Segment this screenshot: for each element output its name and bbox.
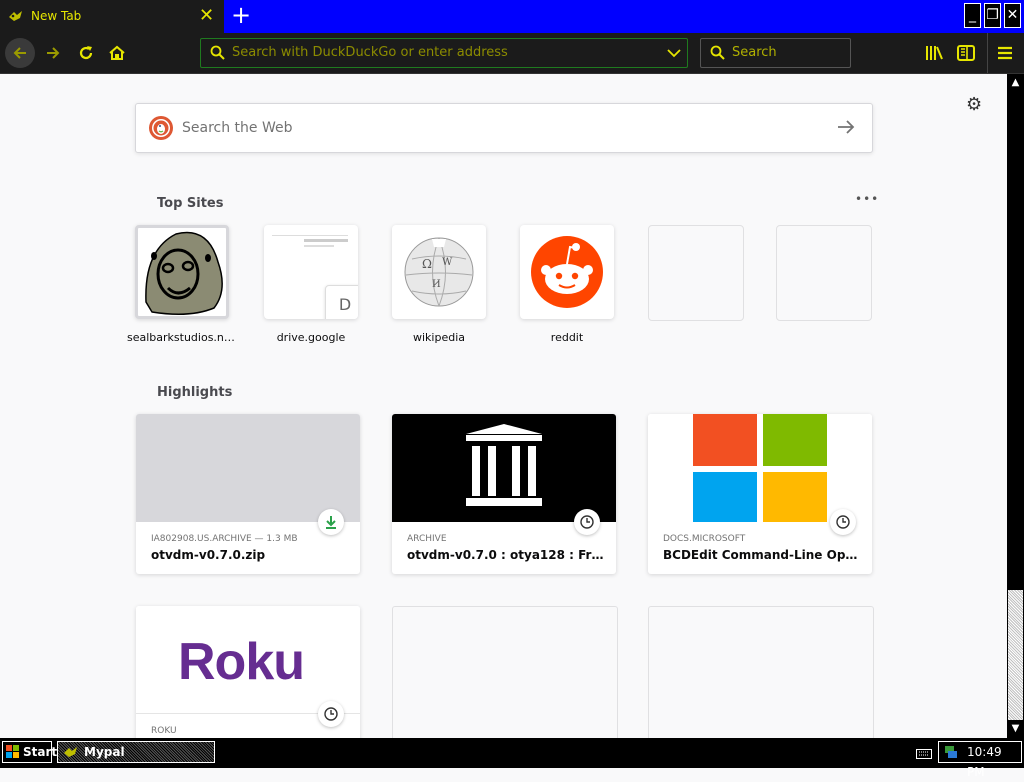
address-placeholder: Search with DuckDuckGo or enter address xyxy=(232,45,508,60)
card-thumbnail xyxy=(136,414,360,522)
new-tab-page: ⚙ Search the Web Top Sites ••• sealbarks… xyxy=(0,74,1007,738)
scroll-down-icon[interactable]: ▼ xyxy=(1007,720,1024,737)
top-site-label: drive.google xyxy=(276,331,346,344)
clock-icon xyxy=(318,701,344,727)
empty-highlight-slot xyxy=(648,606,874,738)
search-placeholder: Search xyxy=(732,45,777,60)
card-thumbnail: Roku xyxy=(136,606,360,714)
page-thumbnail-line xyxy=(304,245,334,247)
top-site-label: wikipedia xyxy=(412,331,465,344)
back-button[interactable] xyxy=(5,38,35,68)
mypal-icon xyxy=(64,747,77,757)
card-title: otvdm-v0.7.0.zip xyxy=(151,548,266,562)
duckduckgo-icon xyxy=(149,116,173,140)
sidebar-icon[interactable] xyxy=(957,45,975,61)
highlight-card[interactable]: ARCHIVE otvdm-v0.7.0 : otya128 : Free D.… xyxy=(392,414,616,574)
seal-drawing-icon xyxy=(145,231,223,315)
back-arrow-icon xyxy=(13,47,26,59)
clock-text: 10:49 PM xyxy=(967,745,1002,779)
chevron-down-icon[interactable] xyxy=(667,48,681,58)
top-site-label: reddit xyxy=(550,331,584,344)
arrow-right-icon[interactable] xyxy=(836,118,856,136)
toolbar-separator xyxy=(987,33,988,73)
mypal-icon xyxy=(9,11,22,21)
letter-d-icon: D xyxy=(325,285,358,319)
empty-top-site-slot[interactable] xyxy=(776,225,872,321)
scroll-up-icon[interactable]: ▲ xyxy=(1007,74,1024,91)
card-title: otvdm-v0.7.0 : otya128 : Free D... xyxy=(407,548,607,562)
reload-button[interactable] xyxy=(71,38,101,68)
highlights-heading: Highlights xyxy=(157,385,233,400)
clock-icon xyxy=(574,509,600,535)
card-thumbnail xyxy=(648,414,872,522)
card-source: IA802908.US.ARCHIVE — 1.3 MB xyxy=(151,534,298,544)
wikipedia-globe-icon: Ω W И xyxy=(404,237,474,307)
svg-text:И: И xyxy=(432,279,441,290)
card-thumbnail xyxy=(392,414,616,522)
page-thumbnail-line xyxy=(272,235,348,236)
network-icon[interactable] xyxy=(943,744,959,760)
restore-button[interactable]: ❐ xyxy=(984,3,1001,28)
card-title: BCDEdit Command-Line Options ... xyxy=(663,548,863,562)
top-site-tile[interactable] xyxy=(520,225,614,319)
home-button[interactable] xyxy=(102,38,132,68)
forward-button[interactable] xyxy=(38,38,68,68)
roku-logo: Roku xyxy=(178,633,305,691)
search-icon xyxy=(210,45,225,60)
clock-icon xyxy=(830,509,856,535)
download-icon xyxy=(318,509,344,535)
new-tab-button[interactable]: + xyxy=(230,3,252,28)
page-thumbnail-line xyxy=(304,239,348,242)
web-search-placeholder: Search the Web xyxy=(182,120,293,136)
reddit-alien-icon xyxy=(531,236,603,308)
reload-icon xyxy=(79,46,93,60)
top-site-tile[interactable] xyxy=(135,225,229,319)
svg-text:Ω: Ω xyxy=(422,257,432,271)
taskbar-item-label: Mypal xyxy=(84,745,125,759)
highlight-card[interactable]: IA802908.US.ARCHIVE — 1.3 MB otvdm-v0.7.… xyxy=(136,414,360,574)
empty-highlight-slot xyxy=(392,606,618,738)
hamburger-menu-icon[interactable] xyxy=(996,45,1014,61)
taskbar: Start Mypal 10:49 PM xyxy=(0,738,1024,779)
top-site-label: sealbarkstudios.ne... xyxy=(127,331,237,344)
microsoft-logo-icon xyxy=(693,414,827,522)
gear-icon[interactable]: ⚙ xyxy=(966,94,982,115)
search-bar[interactable]: Search xyxy=(700,38,851,68)
svg-text:W: W xyxy=(442,257,453,268)
top-site-tile[interactable]: D xyxy=(264,225,358,319)
windows-logo-icon xyxy=(6,745,19,758)
empty-top-site-slot[interactable] xyxy=(648,225,744,321)
tab-close-icon[interactable]: ✕ xyxy=(199,6,214,26)
scrollbar-track[interactable] xyxy=(1008,590,1023,720)
search-icon xyxy=(710,45,725,60)
web-search-box[interactable]: Search the Web xyxy=(135,103,873,153)
home-icon xyxy=(109,45,125,60)
keyboard-icon[interactable] xyxy=(916,749,932,759)
card-source: ARCHIVE xyxy=(407,534,447,544)
top-site-tile[interactable]: Ω W И xyxy=(392,225,486,319)
card-source: DOCS.MICROSOFT xyxy=(663,534,746,544)
minimize-button[interactable]: _ xyxy=(964,3,981,28)
highlight-card[interactable]: Roku ROKU xyxy=(136,606,360,738)
close-window-button[interactable]: ✕ xyxy=(1004,3,1021,28)
card-source: ROKU xyxy=(151,726,177,736)
library-icon[interactable] xyxy=(925,45,943,61)
top-sites-heading: Top Sites xyxy=(157,196,224,211)
address-bar[interactable]: Search with DuckDuckGo or enter address xyxy=(200,38,688,68)
system-tray: 10:49 PM xyxy=(938,741,1022,779)
start-button[interactable]: Start xyxy=(2,741,57,763)
internet-archive-icon xyxy=(466,424,542,506)
vertical-scrollbar[interactable]: ▲ ▼ xyxy=(1007,74,1024,738)
forward-arrow-icon xyxy=(47,47,60,59)
tab-bar: New Tab ✕ + _ ❐ ✕ xyxy=(0,0,1024,34)
more-options-icon[interactable]: ••• xyxy=(855,192,879,206)
highlight-card[interactable]: DOCS.MICROSOFT BCDEdit Command-Line Opti… xyxy=(648,414,872,574)
navigation-toolbar: Search with DuckDuckGo or enter address … xyxy=(0,33,1024,74)
tab-new-tab[interactable]: New Tab ✕ xyxy=(0,0,224,34)
taskbar-item-mypal[interactable]: Mypal xyxy=(57,741,215,763)
start-label: Start xyxy=(23,745,58,759)
tab-title: New Tab xyxy=(31,9,82,23)
